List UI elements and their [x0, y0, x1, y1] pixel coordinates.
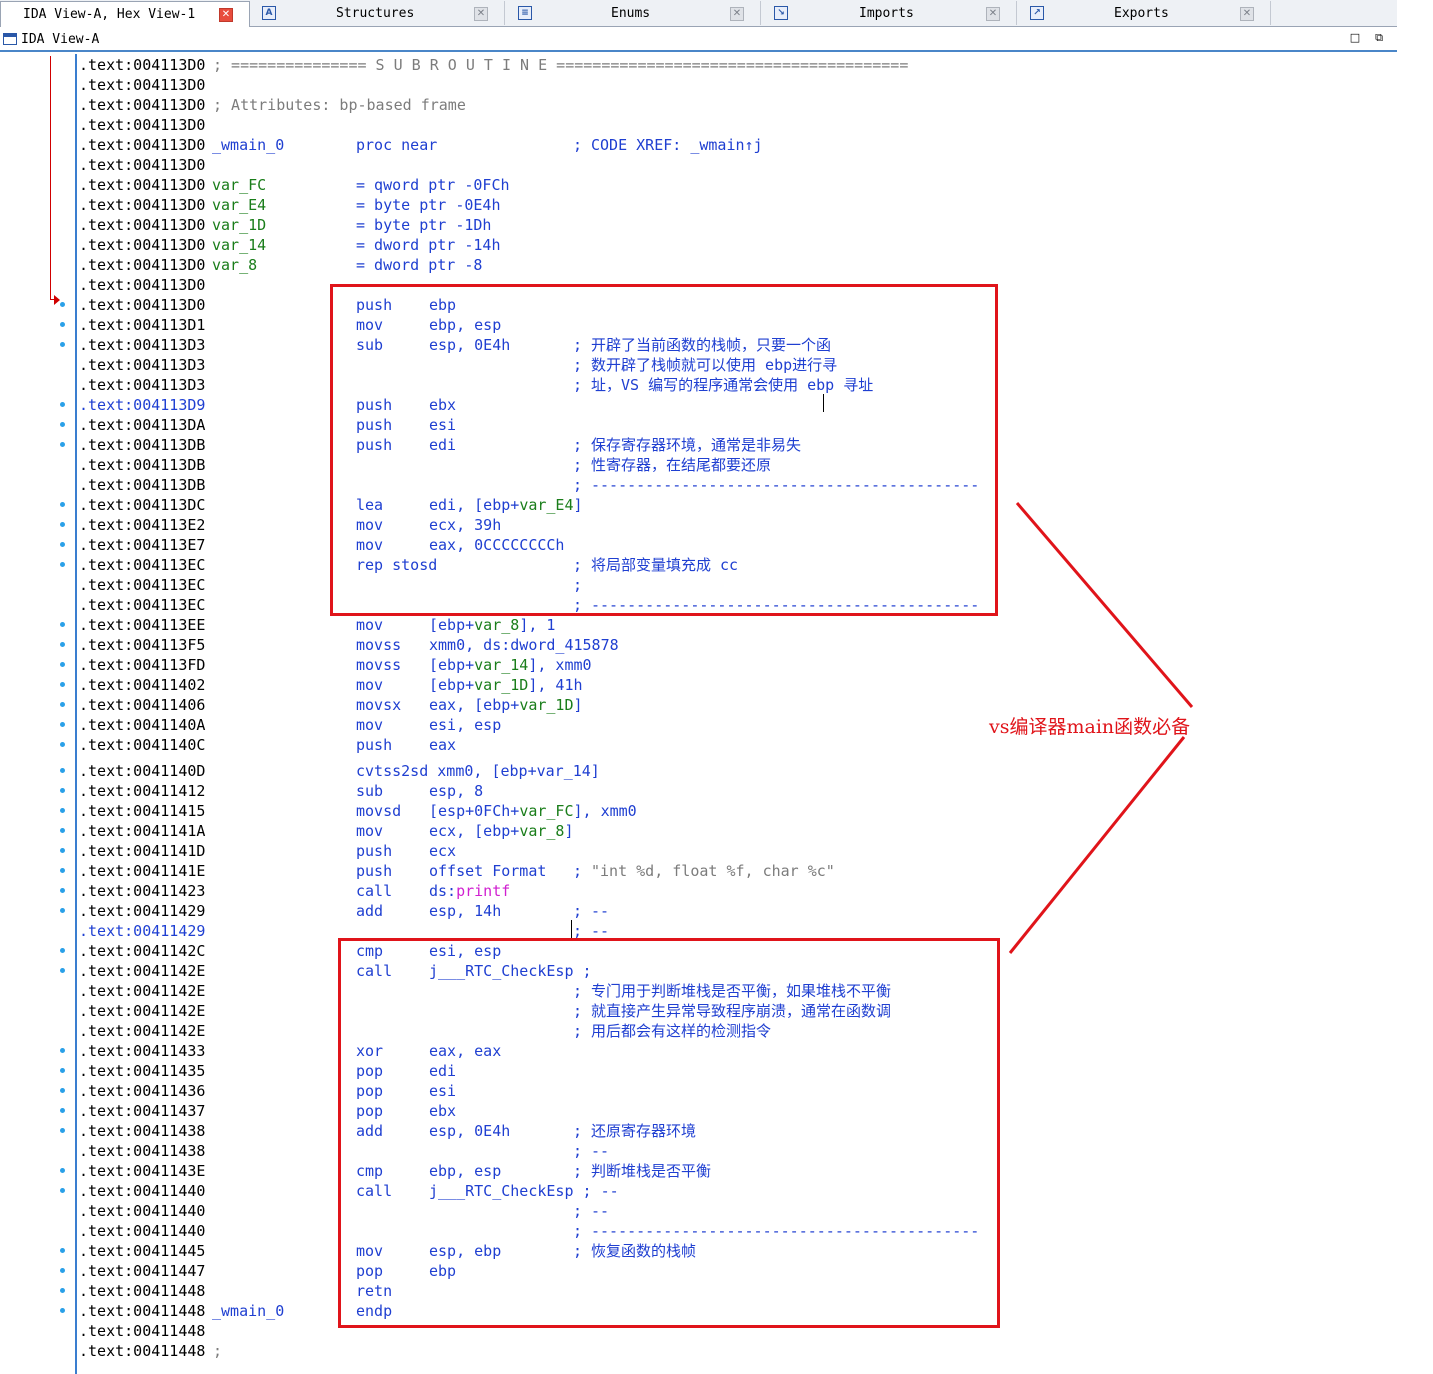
annotation-label: vs编译器main函数必备 [989, 716, 1191, 738]
annotation-line-upper [1015, 502, 1194, 708]
annotation-line-lower [1008, 736, 1186, 954]
annotation-lines [1008, 502, 1194, 954]
